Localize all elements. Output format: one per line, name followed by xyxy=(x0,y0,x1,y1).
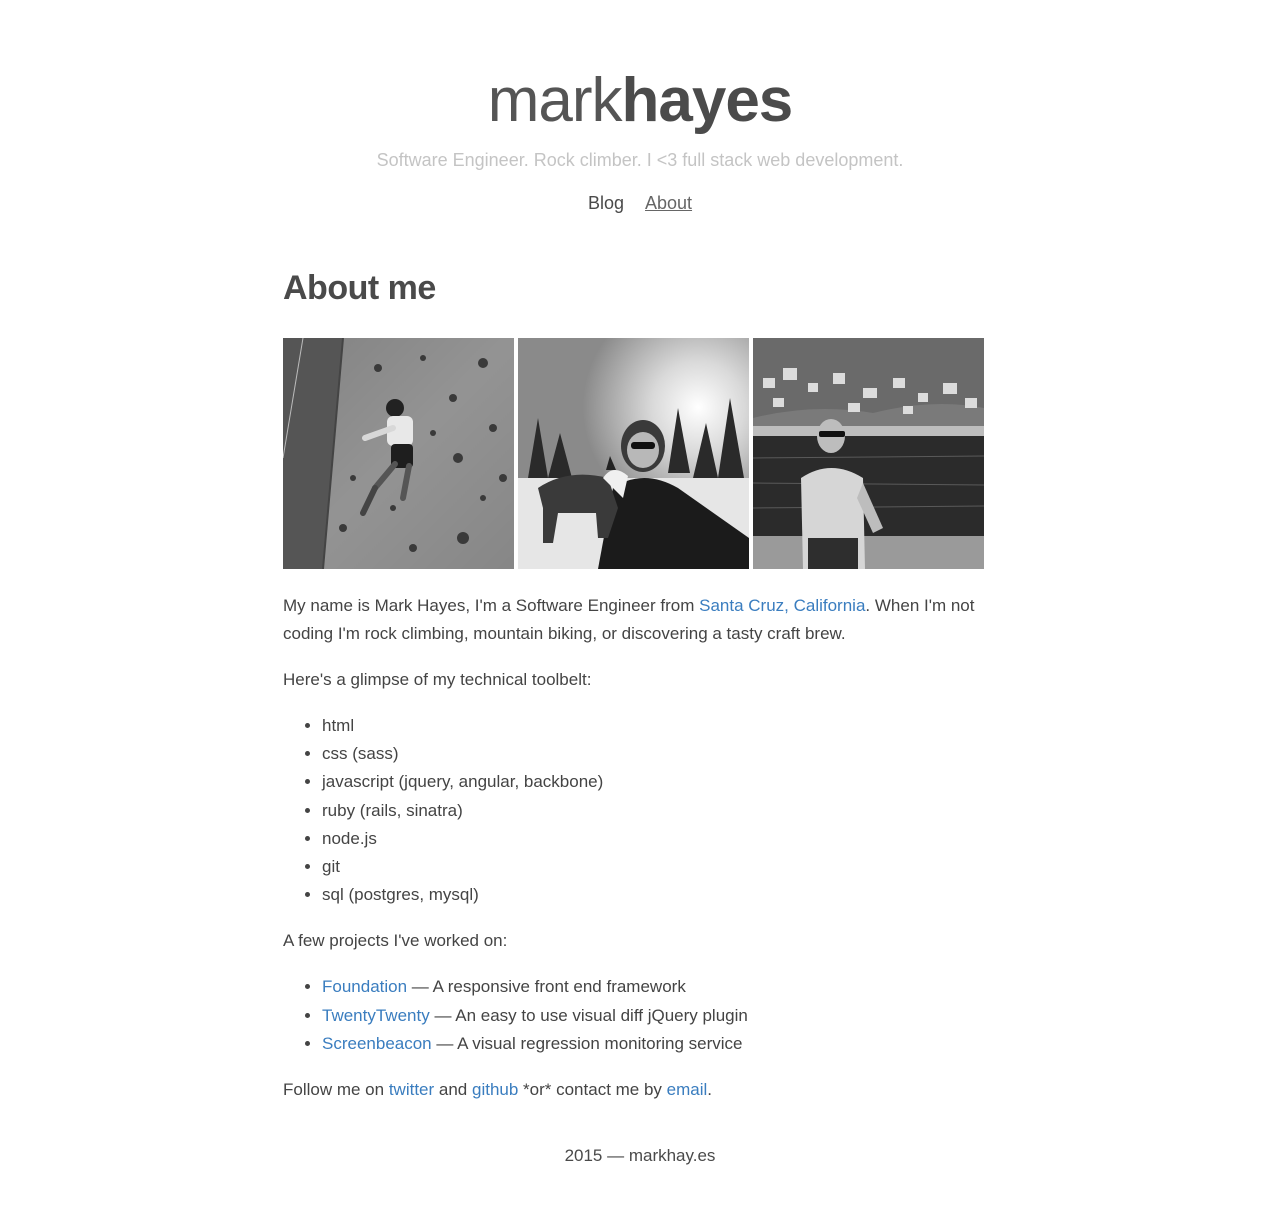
site-tagline: Software Engineer. Rock climber. I <3 fu… xyxy=(376,150,904,170)
project-item: TwentyTwenty — An easy to use visual dif… xyxy=(322,1002,985,1030)
projects-list: Foundation — A responsive front end fram… xyxy=(283,973,985,1058)
project-item: Screenbeacon — A visual regression monit… xyxy=(322,1030,985,1058)
site-logo[interactable]: markhayes xyxy=(0,66,1280,136)
follow-paragraph: Follow me on twitter and github *or* con… xyxy=(283,1076,985,1104)
list-item: ruby (rails, sinatra) xyxy=(322,797,985,825)
harbor-portrait-photo xyxy=(753,338,984,569)
project-item: Foundation — A responsive front end fram… xyxy=(322,973,985,1001)
project-desc: — A responsive front end framework xyxy=(407,977,686,997)
toolbelt-list: html css (sass) javascript (jquery, angu… xyxy=(283,712,985,909)
follow-suffix: . xyxy=(707,1080,713,1100)
nav-link-about[interactable]: About xyxy=(645,193,692,213)
dog-selfie-snow-photo xyxy=(518,338,749,569)
logo-first-name: mark xyxy=(487,66,623,135)
main-content: About me My name is Mark Hayes, I'm a So… xyxy=(283,262,985,1099)
site-footer: 2015 — markhay.es xyxy=(564,1146,716,1165)
project-link-twentytwenty[interactable]: TwentyTwenty xyxy=(322,1006,430,1025)
follow-middle: *or* contact me by xyxy=(518,1080,667,1100)
nav-link-blog[interactable]: Blog xyxy=(588,193,624,213)
project-desc: — An easy to use visual diff jQuery plug… xyxy=(429,1005,748,1025)
santa-cruz-link[interactable]: Santa Cruz, California xyxy=(699,596,865,615)
project-link-screenbeacon[interactable]: Screenbeacon xyxy=(322,1034,432,1053)
photo-gallery xyxy=(283,338,985,569)
follow-and: and xyxy=(434,1080,472,1100)
logo-last-name: hayes xyxy=(621,66,793,135)
project-link-foundation[interactable]: Foundation xyxy=(322,977,407,996)
toolbelt-intro: Here's a glimpse of my technical toolbel… xyxy=(283,670,592,689)
page-title: About me xyxy=(283,269,436,307)
projects-intro: A few projects I've worked on: xyxy=(283,931,508,951)
project-desc: — A visual regression monitoring service xyxy=(431,1033,743,1053)
twitter-link[interactable]: twitter xyxy=(389,1080,434,1099)
list-item: javascript (jquery, angular, backbone) xyxy=(322,768,985,796)
github-link[interactable]: github xyxy=(472,1080,518,1099)
email-link[interactable]: email xyxy=(667,1080,708,1099)
list-item: css (sass) xyxy=(322,740,985,768)
intro-text-before: My name is Mark Hayes, I'm a Software En… xyxy=(283,596,700,615)
list-item: sql (postgres, mysql) xyxy=(322,881,985,909)
list-item: html xyxy=(322,712,985,740)
follow-prefix: Follow me on xyxy=(283,1080,389,1100)
list-item: node.js xyxy=(322,825,985,853)
main-nav: Blog About xyxy=(0,191,1280,215)
about-text: My name is Mark Hayes, I'm a Software En… xyxy=(283,592,985,1122)
intro-paragraph: My name is Mark Hayes, I'm a Software En… xyxy=(283,592,985,648)
list-item: git xyxy=(322,853,985,881)
climbing-wall-photo xyxy=(283,338,514,569)
